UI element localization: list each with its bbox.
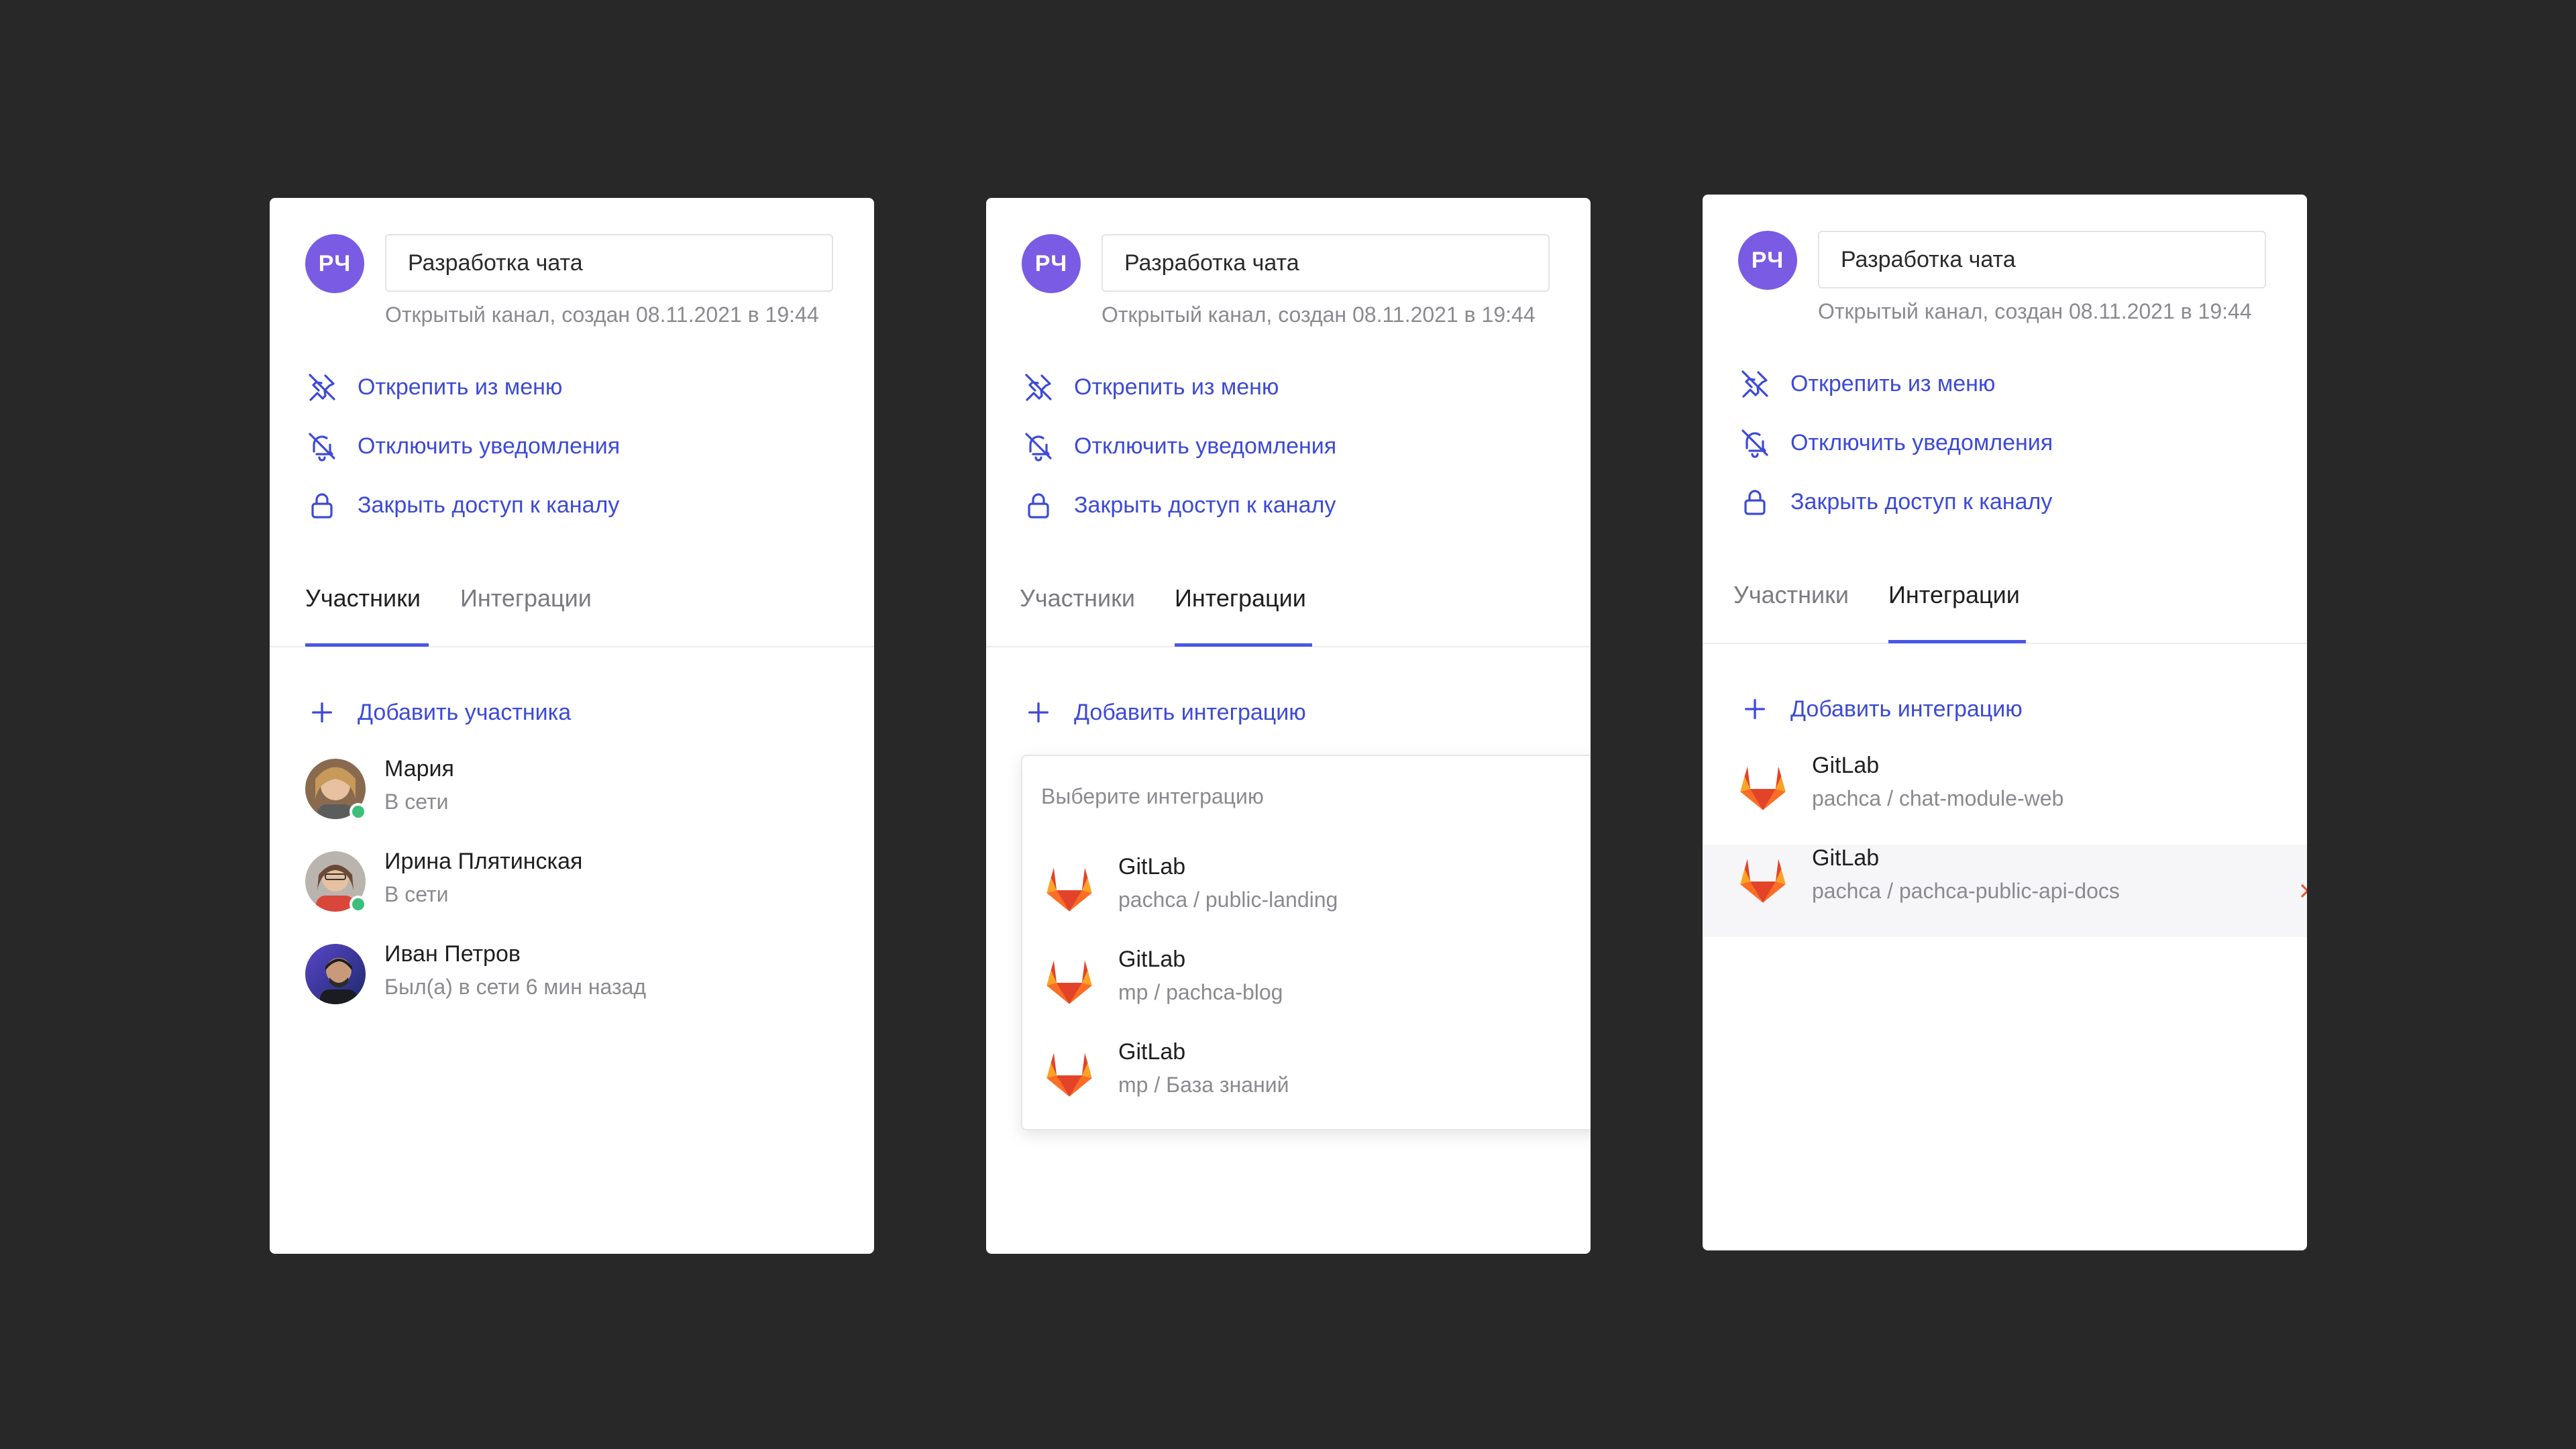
avatar (305, 851, 367, 913)
active-tab-indicator (1175, 643, 1312, 647)
channel-avatar: РЧ (1738, 231, 1797, 290)
lock-icon (305, 488, 339, 522)
mute-action[interactable]: Отключить уведомления (305, 429, 620, 463)
unpin-action[interactable]: Открепить из меню (1022, 370, 1279, 404)
gitlab-icon (1041, 953, 1097, 1010)
unpin-label: Открепить из меню (1074, 374, 1279, 400)
gitlab-icon (1041, 861, 1097, 917)
tab-members[interactable]: Участники (305, 584, 421, 612)
integration-name: GitLab (1118, 947, 1186, 972)
member-row[interactable]: Иван Петров Был(а) в сети 6 мин назад (305, 941, 842, 1006)
unpin-icon (1738, 367, 1772, 400)
member-row[interactable]: Ирина Плятинская В сети (305, 849, 842, 913)
integration-name: GitLab (1118, 854, 1186, 879)
unpin-label: Открепить из меню (1790, 370, 1996, 396)
add-member-label: Добавить участника (358, 699, 572, 725)
channel-name-input[interactable]: Разработка чата (1818, 231, 2266, 288)
member-status: Был(а) в сети 6 мин назад (384, 975, 647, 999)
add-member-button[interactable]: Добавить участника (305, 696, 571, 729)
lock-label: Закрыть доступ к каналу (1074, 492, 1336, 518)
mute-label: Отключить уведомления (1790, 429, 2053, 455)
online-indicator (350, 896, 367, 913)
active-tab-indicator (305, 643, 429, 647)
tab-members[interactable]: Участники (1733, 581, 1849, 609)
unpin-icon (1022, 370, 1055, 404)
gitlab-icon (1041, 1046, 1097, 1102)
bell-off-icon (1022, 429, 1055, 463)
dropdown-placeholder: Выберите интеграцию (1041, 784, 1264, 808)
channel-name-input[interactable]: Разработка чата (385, 234, 833, 292)
integration-repo: pachca / pachca-public-api-docs (1812, 879, 2120, 903)
gitlab-icon (1735, 759, 1791, 816)
unpin-action[interactable]: Открепить из меню (1738, 367, 1995, 400)
tab-members[interactable]: Участники (1020, 584, 1135, 612)
lock-action[interactable]: Закрыть доступ к каналу (1022, 488, 1336, 522)
integration-repo: mp / pachca-blog (1118, 980, 1283, 1004)
mute-label: Отключить уведомления (358, 433, 621, 459)
add-integration-button[interactable]: Добавить интеграцию (1022, 696, 1306, 729)
channel-avatar: РЧ (305, 234, 364, 293)
add-integration-button[interactable]: Добавить интеграцию (1738, 692, 2023, 726)
lock-label: Закрыть доступ к каналу (1790, 488, 2053, 515)
lock-action[interactable]: Закрыть доступ к каналу (1738, 485, 2052, 519)
unpin-icon (305, 370, 339, 404)
channel-meta: Открытый канал, создан 08.11.2021 в 19:4… (1102, 303, 1536, 327)
tab-integrations[interactable]: Интеграции (1888, 581, 2020, 609)
unpin-action[interactable]: Открепить из меню (305, 370, 562, 404)
plus-icon (305, 696, 339, 729)
member-name: Иван Петров (384, 941, 521, 967)
integration-name: GitLab (1118, 1039, 1186, 1065)
gitlab-icon (1735, 852, 1791, 908)
lock-action[interactable]: Закрыть доступ к каналу (305, 488, 619, 522)
integration-name: GitLab (1812, 753, 1880, 778)
integration-repo: mp / База знаний (1118, 1073, 1289, 1097)
member-name: Мария (384, 756, 454, 782)
add-integration-label: Добавить интеграцию (1790, 696, 2023, 722)
channel-meta: Открытый канал, создан 08.11.2021 в 19:4… (385, 303, 819, 327)
mute-label: Отключить уведомления (1074, 433, 1337, 459)
unpin-label: Открепить из меню (358, 374, 563, 400)
lock-label: Закрыть доступ к каналу (358, 492, 620, 518)
channel-meta: Открытый канал, создан 08.11.2021 в 19:4… (1818, 299, 2252, 323)
integration-name: GitLab (1812, 845, 1880, 871)
lock-icon (1022, 488, 1055, 522)
member-status: В сети (384, 790, 449, 814)
member-row[interactable]: Мария В сети (305, 756, 842, 820)
avatar (305, 944, 366, 1004)
channel-panel-integrations-select: РЧ Разработка чата Открытый канал, созда… (986, 198, 1591, 1254)
member-status: В сети (384, 882, 449, 906)
plus-icon (1738, 692, 1772, 726)
plus-icon (1022, 696, 1055, 729)
mute-action[interactable]: Отключить уведомления (1738, 426, 2053, 460)
tab-integrations[interactable]: Интеграции (1175, 584, 1306, 612)
channel-name-input[interactable]: Разработка чата (1102, 234, 1550, 292)
close-icon[interactable] (2300, 879, 2307, 903)
channel-panel-members: РЧ Разработка чата Открытый канал, созда… (270, 198, 874, 1254)
add-integration-label: Добавить интеграцию (1074, 699, 1306, 725)
lock-icon (1738, 485, 1772, 519)
online-indicator (350, 803, 367, 820)
tab-integrations[interactable]: Интеграции (460, 584, 592, 612)
integration-repo: pachca / public-landing (1118, 888, 1338, 912)
member-name: Ирина Плятинская (384, 849, 583, 874)
integration-dropdown[interactable]: Выберите интеграцию GitLab pachca / publ… (1021, 755, 1591, 1130)
active-tab-indicator (1888, 640, 2026, 643)
channel-panel-integrations-list: РЧ Разработка чата Открытый канал, созда… (1703, 195, 2307, 1250)
channel-avatar: РЧ (1022, 234, 1081, 293)
bell-off-icon (305, 429, 339, 463)
integration-repo: pachca / chat-module-web (1812, 786, 2064, 810)
avatar (305, 759, 367, 820)
mute-action[interactable]: Отключить уведомления (1022, 429, 1336, 463)
bell-off-icon (1738, 426, 1772, 460)
